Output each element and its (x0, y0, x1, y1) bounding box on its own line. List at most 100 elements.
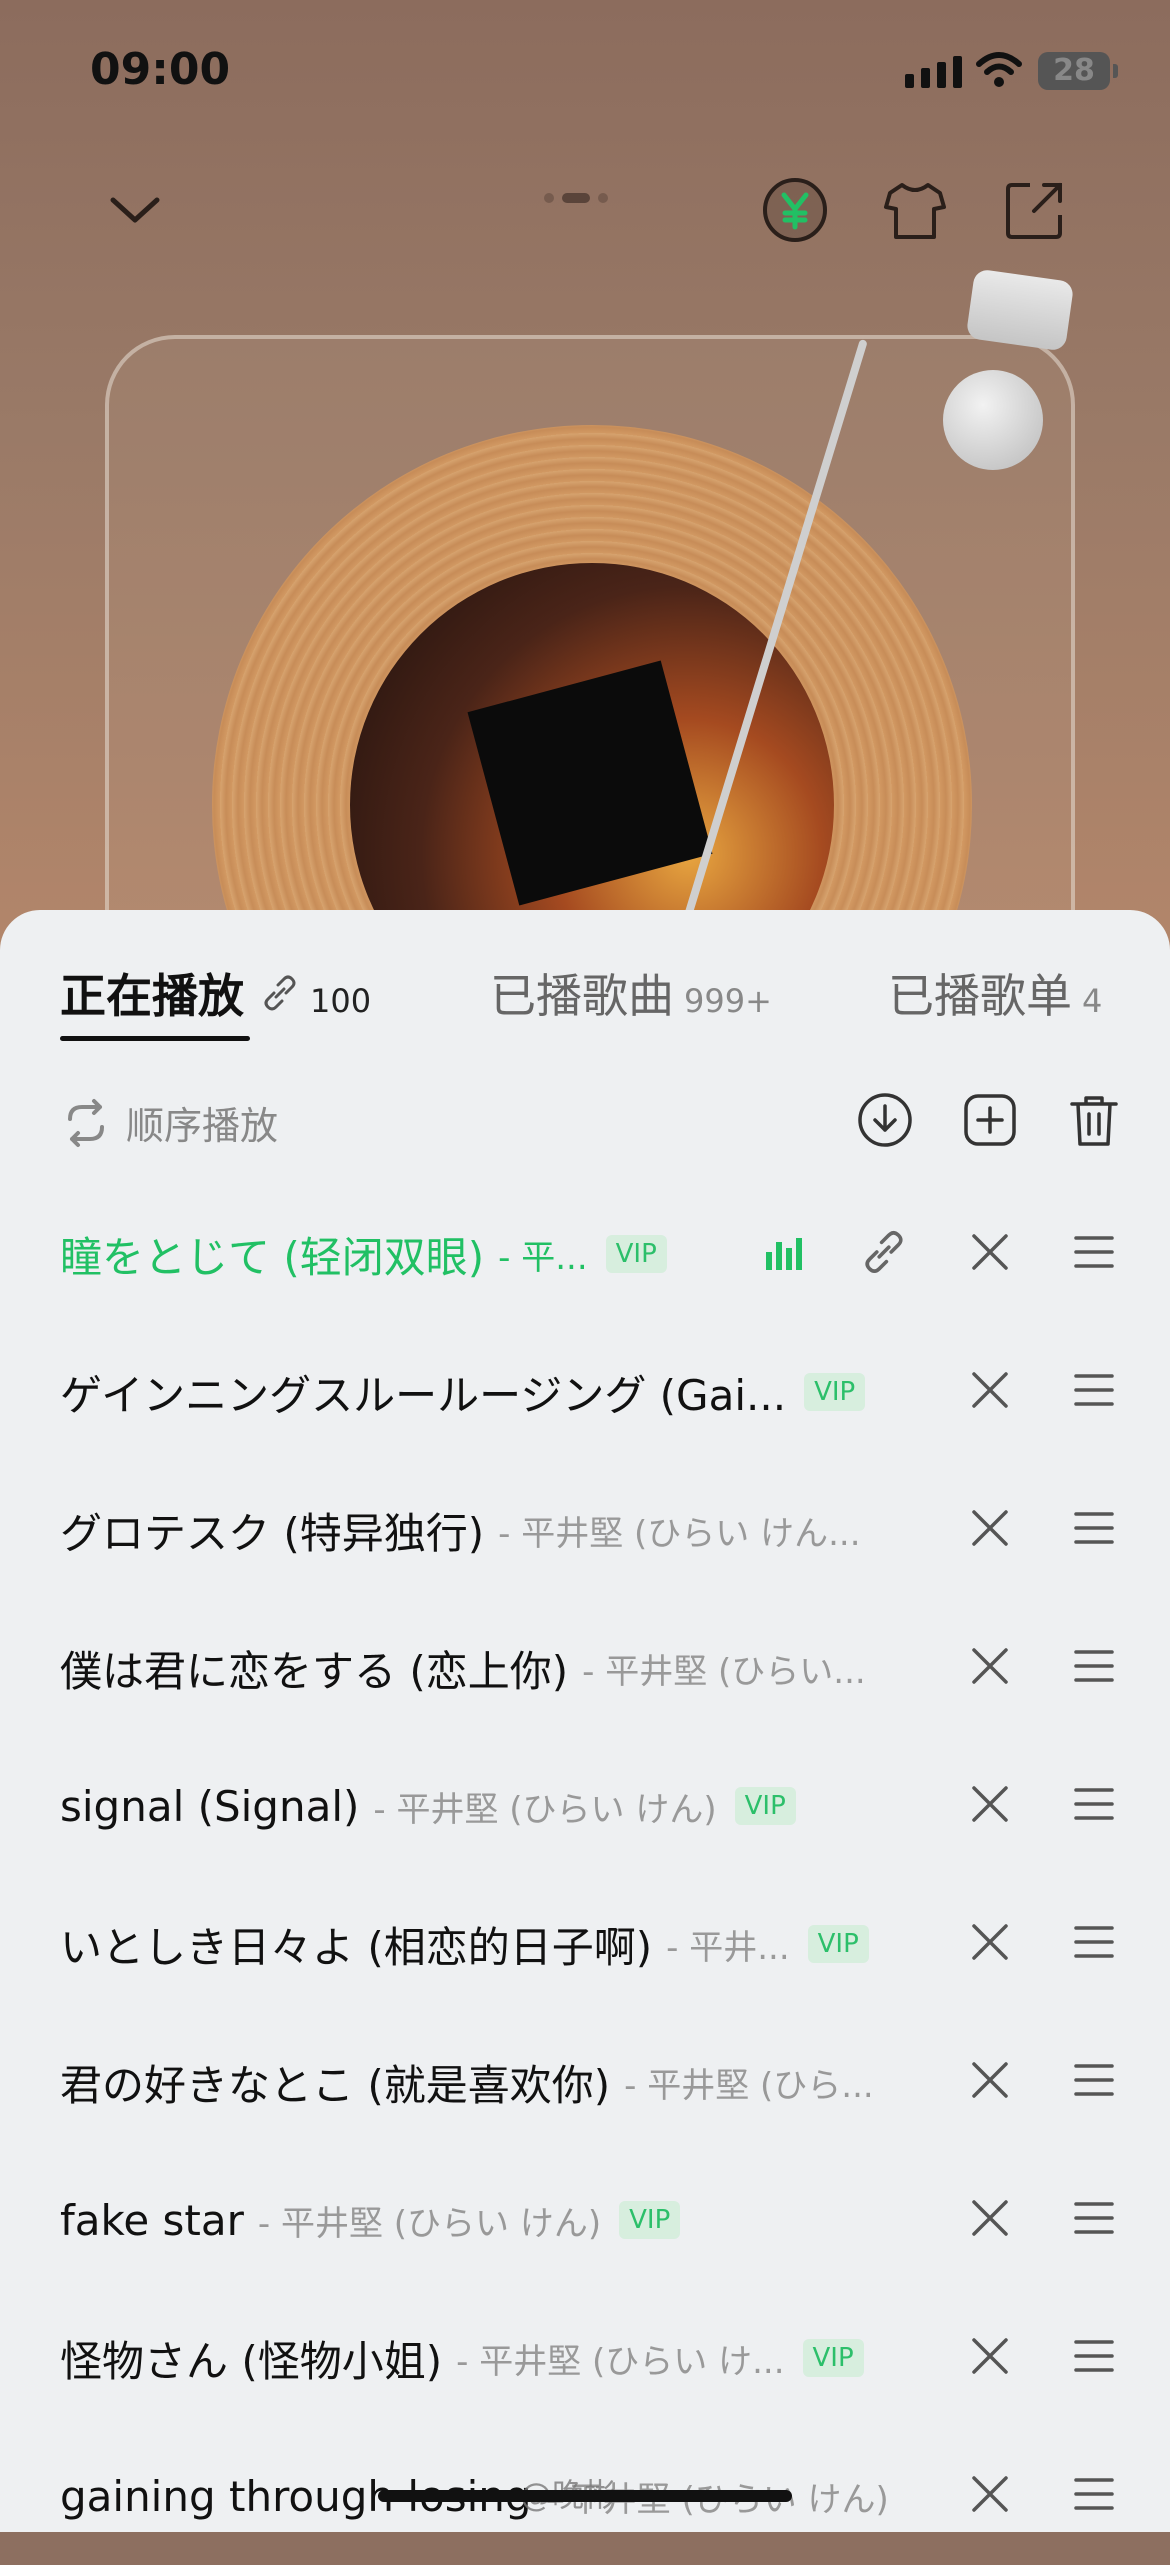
drag-handle-icon (1074, 1650, 1114, 1682)
remove-song-button[interactable] (958, 1634, 1022, 1698)
share-button[interactable] (995, 170, 1075, 250)
vip-badge: VIP (619, 2201, 681, 2239)
vip-badge: VIP (802, 2339, 864, 2377)
download-icon (858, 1093, 912, 1147)
drag-handle[interactable] (1062, 1910, 1126, 1974)
close-icon (972, 1648, 1008, 1684)
collapse-button[interactable] (95, 170, 175, 250)
close-icon (972, 2062, 1008, 2098)
drag-handle[interactable] (1062, 2324, 1126, 2388)
song-title: fake star (60, 2195, 244, 2245)
close-icon (972, 1372, 1008, 1408)
playing-bars-icon (752, 1220, 816, 1284)
list-item[interactable]: 僕は君に恋をする (恋上你) - 平井堅 (ひらい... (0, 1599, 1170, 1737)
download-all-button[interactable] (853, 1088, 917, 1152)
close-icon (972, 2338, 1008, 2374)
vip-badge: VIP (804, 1373, 866, 1411)
drag-handle[interactable] (1062, 1220, 1126, 1284)
remove-song-button[interactable] (958, 1358, 1022, 1422)
song-artist: - 平... (498, 1237, 588, 1278)
list-item[interactable]: 瞳をとじて (轻闭双眼) - 平... VIP (0, 1185, 1170, 1323)
drag-handle-icon (1074, 1374, 1114, 1406)
share-icon (1006, 183, 1062, 239)
drag-handle-icon (1074, 1512, 1114, 1544)
list-item[interactable]: いとしき日々よ (相恋的日子啊) - 平井... VIP (0, 1875, 1170, 2013)
theme-skin-button[interactable] (875, 170, 955, 250)
song-title: 君の好きなとこ (就是喜欢你) (60, 2060, 611, 2110)
song-title: signal (Signal) (60, 1781, 360, 1831)
drag-handle[interactable] (1062, 2462, 1126, 2526)
add-square-icon (964, 1094, 1016, 1146)
drag-handle-icon (1074, 2064, 1114, 2096)
active-tab-indicator (60, 1036, 250, 1041)
remove-song-button[interactable] (958, 2324, 1022, 2388)
drag-handle[interactable] (1062, 2186, 1126, 2250)
drag-handle-icon (1074, 1926, 1114, 1958)
song-title: いとしき日々よ (相恋的日子啊) (60, 1922, 653, 1972)
song-artist: - 平井堅 (ひらい けん) (373, 1789, 717, 1830)
chevron-down-icon (110, 197, 160, 223)
remove-song-button[interactable] (958, 2462, 1022, 2526)
tonearm-pivot (943, 370, 1043, 470)
vip-coin-button[interactable] (755, 170, 835, 250)
song-artist: - 平井堅 (ひらい けん... (498, 1513, 861, 1554)
drag-handle-icon (1074, 2202, 1114, 2234)
playlist-controls: 顺序播放 (0, 1080, 1170, 1160)
list-item[interactable]: 君の好きなとこ (就是喜欢你) - 平井堅 (ひら... (0, 2013, 1170, 2151)
tab-played-playlists[interactable]: 已播歌单 4 (888, 960, 1102, 1026)
link-icon[interactable] (852, 1220, 916, 1284)
remove-song-button[interactable] (958, 2186, 1022, 2250)
list-item[interactable]: signal (Signal) - 平井堅 (ひらい けん) VIP (0, 1737, 1170, 1875)
drag-handle[interactable] (1062, 2048, 1126, 2112)
player-top-nav (0, 150, 1170, 260)
home-indicator (378, 2490, 792, 2502)
playlist-tabs: 正在播放 100 已播歌曲 999+ 已播歌单 4 (0, 960, 1170, 1040)
drag-handle[interactable] (1062, 1634, 1126, 1698)
drag-handle-icon (1074, 2340, 1114, 2372)
remove-song-button[interactable] (958, 1220, 1022, 1284)
tonearm-head (965, 268, 1075, 352)
status-time: 09:00 (90, 44, 231, 95)
tshirt-icon (884, 183, 946, 239)
song-artist: - 平井堅 (ひらい け... (456, 2341, 785, 2382)
song-title: グロテスク (特异独行) (60, 1508, 485, 1558)
remove-song-button[interactable] (958, 2048, 1022, 2112)
tab-played-songs[interactable]: 已播歌曲 999+ (490, 960, 772, 1026)
tab-now-playing[interactable]: 正在播放 100 (60, 960, 371, 1026)
play-mode-label: 顺序播放 (126, 1104, 279, 1148)
page-indicator (544, 193, 608, 203)
remove-song-button[interactable] (958, 1496, 1022, 1560)
vip-badge: VIP (807, 1925, 869, 1963)
remove-song-button[interactable] (958, 1910, 1022, 1974)
list-item[interactable]: 怪物さん (怪物小姐) - 平井堅 (ひらい け... VIP (0, 2289, 1170, 2427)
link-icon (264, 975, 296, 1011)
trash-icon (1070, 1096, 1118, 1146)
status-bar: 09:00 28 (0, 0, 1170, 150)
drag-handle[interactable] (1062, 1358, 1126, 1422)
vip-badge: VIP (605, 1235, 667, 1273)
clear-list-button[interactable] (1062, 1088, 1126, 1152)
song-artist: - 平井... (666, 1927, 790, 1968)
battery-indicator: 28 (1038, 52, 1118, 90)
play-mode-button[interactable]: 顺序播放 (60, 1095, 278, 1150)
wifi-icon (976, 52, 1022, 87)
list-item[interactable]: グロテスク (特异独行) - 平井堅 (ひらい けん... (0, 1461, 1170, 1599)
drag-handle-icon (1074, 2478, 1114, 2510)
remove-song-button[interactable] (958, 1772, 1022, 1836)
song-artist: - 平井堅 (ひらい... (582, 1651, 866, 1692)
playlist-sheet: 正在播放 100 已播歌曲 999+ 已播歌单 4 顺序播放 瞳をとじて (轻闭… (0, 910, 1170, 2532)
close-icon (972, 1924, 1008, 1960)
drag-handle[interactable] (1062, 1772, 1126, 1836)
cellular-signal-icon (905, 56, 962, 88)
drag-handle-icon (1074, 1236, 1114, 1268)
close-icon (972, 1234, 1008, 1270)
add-to-playlist-button[interactable] (958, 1088, 1022, 1152)
close-icon (972, 1510, 1008, 1546)
song-artist: - 平井堅 (ひら... (624, 2065, 874, 2106)
list-item[interactable]: ゲインニングスルールージング (Gai... VIP (0, 1323, 1170, 1461)
song-title: 僕は君に恋をする (恋上你) (60, 1646, 569, 1696)
yuan-coin-icon (763, 178, 827, 242)
drag-handle[interactable] (1062, 1496, 1126, 1560)
drag-handle-icon (1074, 1788, 1114, 1820)
list-item[interactable]: fake star - 平井堅 (ひらい けん) VIP (0, 2151, 1170, 2289)
